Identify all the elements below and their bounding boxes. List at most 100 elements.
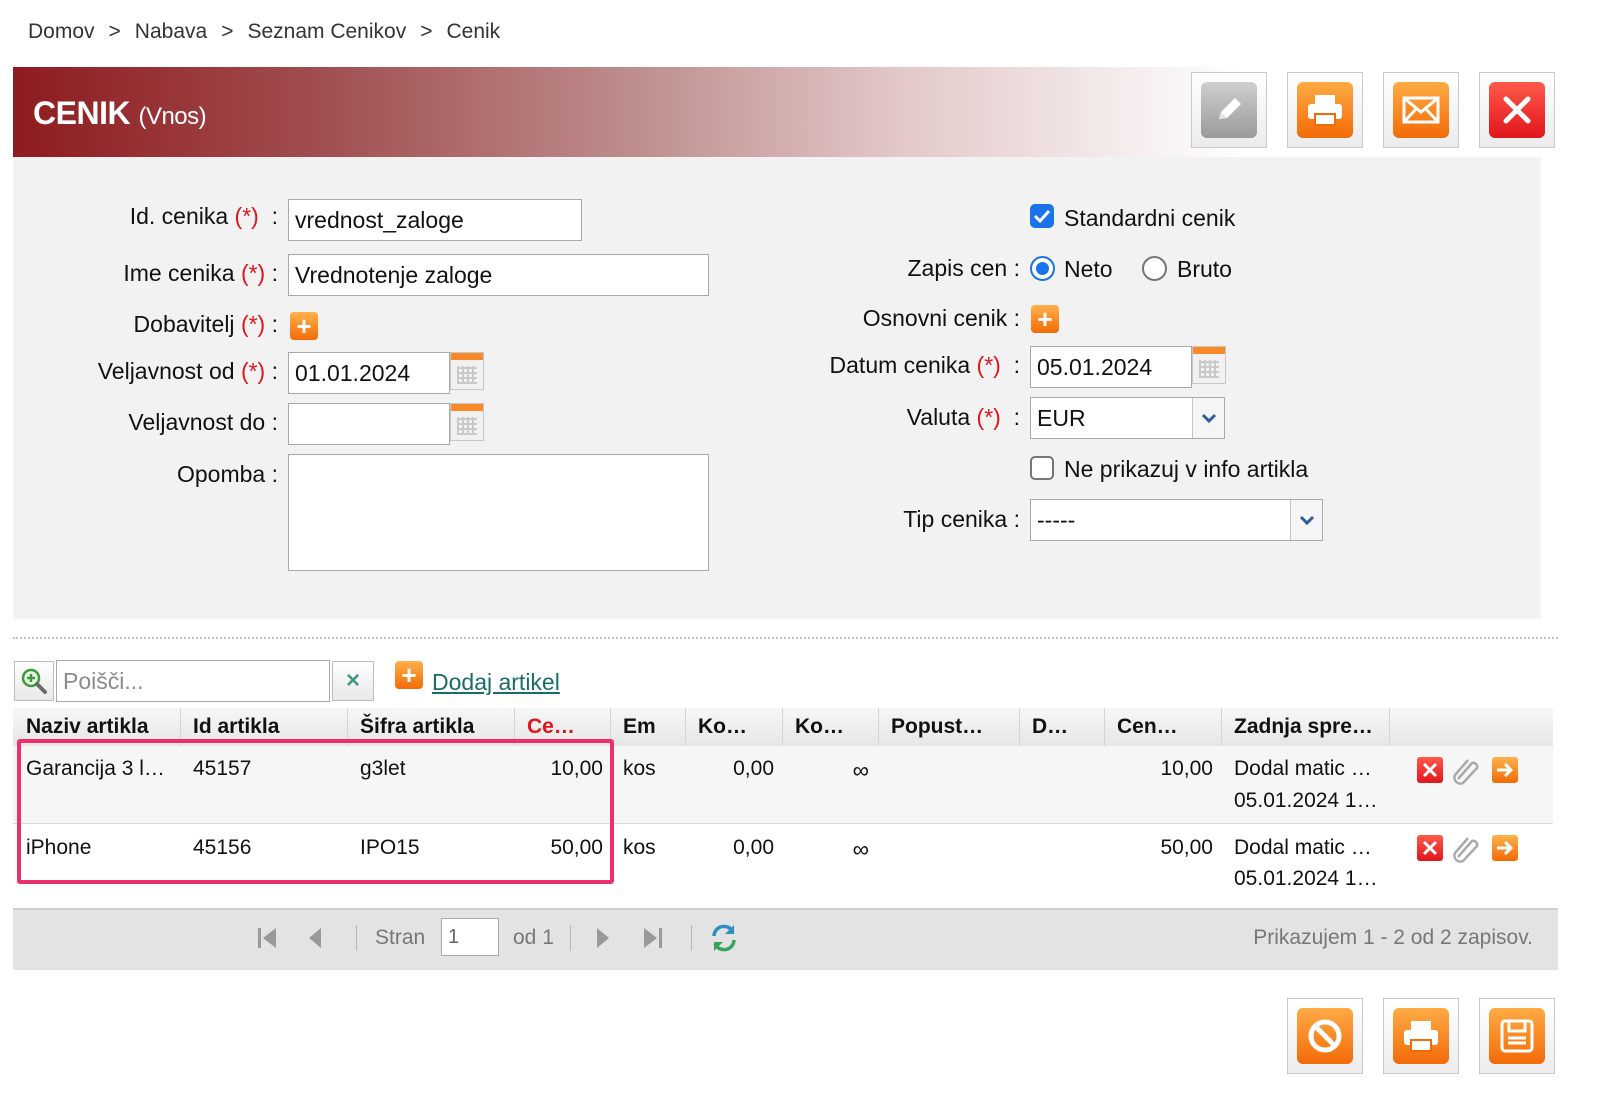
chevron-down-icon[interactable] [1192,398,1224,438]
edit-button[interactable] [1191,72,1267,148]
page-mode: (Vnos) [138,103,207,130]
last-page-icon[interactable] [642,925,664,956]
hide-info-checkbox[interactable] [1030,456,1054,480]
add-base-list-icon[interactable]: + [1031,305,1059,333]
pager-summary: Prikazujem 1 - 2 od 2 zapisov. [1253,926,1533,949]
delete-row-button[interactable] [1417,835,1443,861]
prev-page-icon[interactable] [306,925,324,956]
cell-qty2: ∞ [852,836,869,862]
column-header-zadnja-sprememba[interactable]: Zadnja spre… [1222,708,1390,746]
valid-to-field[interactable] [288,403,450,445]
column-header-d[interactable]: D… [1020,708,1105,746]
standard-label: Standardni cenik [1064,205,1236,231]
id-label: Id. cenika (*) : [129,203,278,229]
close-icon [1489,82,1545,138]
email-button[interactable] [1383,72,1459,148]
add-supplier-icon[interactable]: + [290,312,318,340]
column-header-koncna-cena[interactable]: Cen… [1105,708,1222,746]
add-article-link[interactable]: Dodaj artikel [432,669,560,696]
column-header-kolicina[interactable]: Ko… [686,708,783,746]
name-field[interactable]: Vrednotenje zaloge [288,254,709,296]
arrow-right-icon [1497,762,1514,778]
name-label: Ime cenika (*) : [123,260,278,286]
column-header-em[interactable]: Em [611,708,686,746]
breadcrumb: Domov > Nabava > Seznam Cenikov > Cenik [28,20,500,44]
breadcrumb-nabava[interactable]: Nabava [135,20,207,43]
cancel-icon [1297,1008,1353,1064]
check-icon [1033,209,1051,224]
close-button[interactable] [1479,72,1555,148]
cell-unit: kos [623,836,656,859]
type-label: Tip cenika : [903,506,1020,532]
first-page-icon[interactable] [256,925,278,956]
search-input[interactable]: Poišči... [56,660,330,702]
next-page-icon[interactable] [594,925,612,956]
close-icon [1422,762,1438,778]
attachment-icon[interactable] [1450,833,1480,868]
type-select[interactable]: ----- [1030,499,1323,541]
cell-qty: 0,00 [733,757,774,780]
breadcrumb-separator: > [221,20,234,43]
currency-value: EUR [1037,405,1086,431]
calendar-icon[interactable] [450,352,484,390]
cell-changed: Dodal matic … [1234,836,1372,859]
calendar-icon[interactable] [1192,346,1226,384]
date-label: Datum cenika (*) : [829,352,1020,378]
id-field[interactable]: vrednost_zaloge [288,199,582,241]
add-article-icon[interactable]: + [395,661,423,689]
cell-qty: 0,00 [733,836,774,859]
page-label: Stran [375,926,426,949]
print-bottom-button[interactable] [1383,998,1459,1074]
date-field[interactable]: 05.01.2024 [1030,346,1192,388]
neto-radio[interactable] [1030,256,1055,281]
pager-divider [356,925,357,951]
valid-to-label: Veljavnost do : [128,409,278,435]
calendar-icon[interactable] [450,403,484,441]
standard-checkbox[interactable] [1030,204,1054,228]
bruto-label: Bruto [1177,256,1232,282]
close-icon [1422,840,1438,856]
bruto-radio[interactable] [1142,256,1167,281]
search-icon [21,668,47,694]
page-title-text: CENIK [33,95,131,131]
cell-qty2: ∞ [852,757,869,783]
clear-search-button[interactable]: × [332,661,374,701]
valid-from-field[interactable]: 01.01.2024 [288,352,450,394]
column-header-popust[interactable]: Popust… [879,708,1020,746]
open-row-button[interactable] [1492,757,1518,783]
attachment-icon[interactable] [1450,755,1480,790]
search-button[interactable] [14,661,54,701]
cell-final-price: 10,00 [1160,757,1213,780]
arrow-right-icon [1497,840,1514,856]
column-header-kolicina-2[interactable]: Ko… [783,708,879,746]
clear-icon: × [345,667,360,694]
valid-from-label: Veljavnost od (*) : [97,358,278,384]
cell-final-price: 50,00 [1160,836,1213,859]
save-button[interactable] [1479,998,1555,1074]
print-button[interactable] [1287,72,1363,148]
floppy-icon [1489,1008,1545,1064]
page-number-input[interactable]: 1 [441,918,499,956]
printer-icon [1297,82,1353,138]
supplier-label: Dobavitelj (*) : [133,311,278,337]
cell-changed: Dodal matic … [1234,757,1372,780]
currency-label: Valuta (*) : [906,404,1020,430]
delete-row-button[interactable] [1417,757,1443,783]
refresh-icon[interactable] [708,922,740,959]
breadcrumb-seznam-cenikov[interactable]: Seznam Cenikov [247,20,406,43]
breadcrumb-domov[interactable]: Domov [28,20,95,43]
open-row-button[interactable] [1492,835,1518,861]
chevron-down-icon[interactable] [1290,500,1322,540]
cell-changed-date: 05.01.2024 1… [1234,789,1378,812]
cell-changed-date: 05.01.2024 1… [1234,867,1378,890]
cancel-button[interactable] [1287,998,1363,1074]
envelope-icon [1393,82,1449,138]
note-textarea[interactable] [288,454,709,571]
note-label: Opomba : [177,461,278,487]
type-value: ----- [1037,507,1076,533]
cell-unit: kos [623,757,656,780]
highlight-box [17,739,614,884]
neto-label: Neto [1064,256,1113,282]
breadcrumb-separator: > [420,20,433,43]
base-list-label: Osnovni cenik : [862,305,1020,331]
